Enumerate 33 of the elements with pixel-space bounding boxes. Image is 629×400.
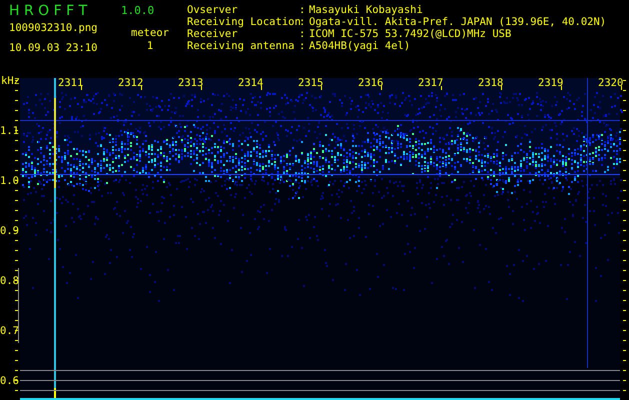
info-colon: :: [299, 40, 306, 52]
app-version: 1.0.0: [121, 4, 154, 17]
info-value: A504HB(yagi 4el): [309, 40, 410, 52]
file-name: 1009032310.png: [9, 22, 99, 34]
time-label: 2311: [58, 77, 84, 89]
frequency-label: 0.8: [0, 275, 19, 287]
time-label: 2317: [418, 77, 444, 89]
app-title: H R O F F T: [9, 2, 88, 20]
info-label: Receiver: [187, 28, 239, 40]
frequency-label: 0.6: [0, 375, 19, 387]
info-colon: :: [299, 4, 306, 16]
info-label: Ovserver: [187, 4, 239, 16]
count-label: meteor: [131, 27, 169, 39]
info-label: Receiving Location: [187, 16, 299, 28]
time-label: 2316: [358, 77, 384, 89]
unit-label: kHz: [1, 75, 20, 87]
frequency-label: 1.1: [0, 125, 19, 137]
time-label: 2313: [178, 77, 204, 89]
info-label: Receiving antenna: [187, 40, 296, 52]
time-label: 2312: [118, 77, 144, 89]
info-colon: :: [299, 28, 306, 40]
time-label: 2318: [478, 77, 504, 89]
time-label: 2320: [598, 77, 624, 89]
time-label: 2314: [238, 77, 264, 89]
time-label: 2315: [298, 77, 324, 89]
info-value: Masayuki Kobayashi: [309, 4, 423, 16]
info-value: Ogata-vill. Akita-Pref. JAPAN (139.96E, 40.02N): [309, 16, 606, 28]
date-time: 10.09.03 23:10: [9, 42, 99, 54]
info-colon: :: [299, 16, 306, 28]
frequency-label: 0.7: [0, 325, 19, 337]
time-label: 2319: [538, 77, 564, 89]
count-value: 1: [146, 40, 154, 52]
info-value: ICOM IC-575 53.7492(@LCD)MHz USB: [309, 28, 512, 40]
